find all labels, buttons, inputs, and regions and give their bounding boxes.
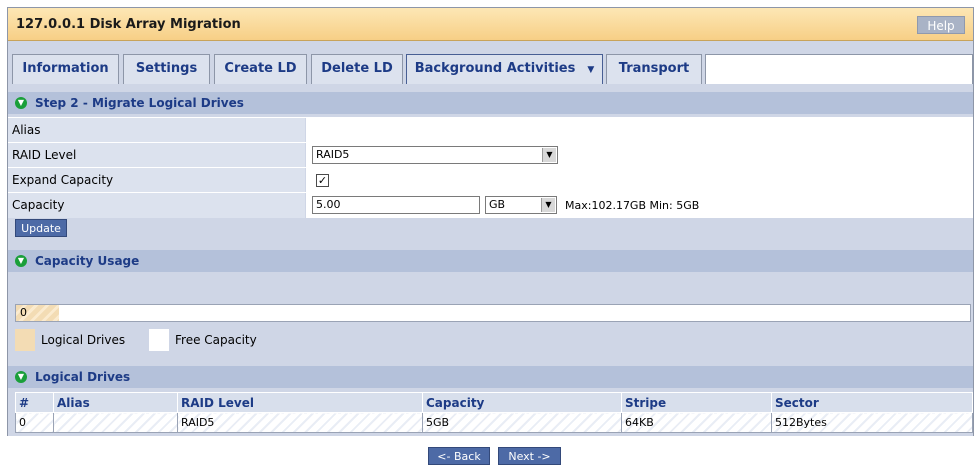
capacity-usage-header: ▼ Capacity Usage — [8, 250, 973, 272]
raid-level-value: RAID5 — [316, 148, 350, 161]
capacity-row: Capacity 5.00 GB ▼ Max:102.17GB Min: 5GB — [8, 192, 973, 218]
table-cell: RAID5 — [177, 412, 423, 433]
dropdown-arrow-icon[interactable]: ▼ — [542, 148, 556, 162]
window-title: 127.0.0.1 Disk Array Migration — [16, 17, 241, 32]
expand-capacity-label: Expand Capacity — [8, 168, 305, 193]
collapse-arrow-icon[interactable]: ▼ — [15, 255, 27, 267]
tab-strip: Information Settings Create LD Delete LD… — [8, 49, 973, 89]
raid-level-select[interactable]: RAID5 ▼ — [312, 146, 558, 164]
table-cell — [53, 412, 178, 433]
capacity-limits: Max:102.17GB Min: 5GB — [565, 199, 700, 212]
capacity-legend: Logical Drives Free Capacity — [15, 329, 315, 354]
title-bar: 127.0.0.1 Disk Array Migration Help — [8, 8, 973, 41]
capacity-usage-value: 0 — [20, 306, 27, 319]
tab-background-activities[interactable]: Background Activities ▼ — [406, 54, 603, 84]
back-button[interactable]: <- Back — [428, 447, 490, 465]
tab-strip-filler — [705, 54, 973, 84]
legend-swatch-free-capacity — [149, 329, 169, 351]
raid-level-row: RAID Level RAID5 ▼ — [8, 142, 973, 168]
legend-label-free-capacity: Free Capacity — [175, 333, 257, 347]
expand-capacity-checkbox[interactable]: ✓ — [316, 174, 329, 187]
dropdown-arrow-icon[interactable]: ▼ — [541, 198, 555, 212]
step-section-header: ▼ Step 2 - Migrate Logical Drives — [8, 92, 973, 114]
update-button[interactable]: Update — [15, 219, 67, 237]
logical-drives-table: # Alias RAID Level Capacity Stripe Secto… — [15, 392, 973, 433]
tab-label: Background Activities — [414, 61, 576, 76]
tab-delete-ld[interactable]: Delete LD — [311, 54, 403, 84]
expand-capacity-row: Expand Capacity ✓ — [8, 167, 973, 193]
collapse-arrow-icon[interactable]: ▼ — [15, 97, 27, 109]
caret-down-icon[interactable]: ▼ — [587, 56, 594, 84]
capacity-usage-bar: 0 — [15, 304, 971, 322]
step-title: Step 2 - Migrate Logical Drives — [35, 96, 244, 110]
table-header-row: # Alias RAID Level Capacity Stripe Secto… — [15, 392, 973, 413]
tab-label: Transport — [618, 61, 690, 76]
logical-drives-header: ▼ Logical Drives — [8, 366, 973, 388]
raid-level-cell: RAID5 ▼ — [306, 143, 973, 168]
tab-information[interactable]: Information — [12, 54, 119, 84]
tab-panel: ▼ Step 2 - Migrate Logical Drives Alias … — [8, 89, 973, 436]
alias-value — [306, 118, 973, 143]
tab-label: Information — [22, 61, 109, 76]
capacity-unit-value: GB — [489, 198, 506, 211]
migration-window: 127.0.0.1 Disk Array Migration Help Info… — [7, 7, 974, 436]
capacity-unit-select[interactable]: GB ▼ — [485, 196, 557, 214]
column-header: RAID Level — [177, 392, 423, 413]
migrate-form: Alias RAID Level RAID5 ▼ Expand Capacity… — [8, 117, 973, 218]
capacity-usage-title: Capacity Usage — [35, 254, 140, 268]
legend-swatch-logical-drives — [15, 329, 35, 351]
capacity-cell: 5.00 GB ▼ Max:102.17GB Min: 5GB — [306, 193, 973, 218]
tab-settings[interactable]: Settings — [123, 54, 210, 84]
column-header: Capacity — [422, 392, 622, 413]
next-button[interactable]: Next -> — [498, 447, 561, 465]
capacity-input[interactable]: 5.00 — [312, 196, 480, 214]
collapse-arrow-icon[interactable]: ▼ — [15, 371, 27, 383]
capacity-label: Capacity — [8, 193, 305, 218]
column-header: Sector — [771, 392, 973, 413]
tab-label: Create LD — [224, 61, 297, 76]
raid-level-label: RAID Level — [8, 143, 305, 168]
expand-capacity-cell: ✓ — [306, 168, 973, 193]
help-button[interactable]: Help — [917, 16, 965, 34]
column-header: Stripe — [621, 392, 772, 413]
table-cell: 64KB — [621, 412, 772, 433]
table-cell: 512Bytes — [771, 412, 973, 433]
table-cell: 5GB — [422, 412, 622, 433]
tab-create-ld[interactable]: Create LD — [214, 54, 307, 84]
alias-row: Alias — [8, 117, 973, 143]
tab-label: Delete LD — [321, 61, 393, 76]
column-header: # — [15, 392, 54, 413]
alias-label: Alias — [8, 118, 305, 143]
tab-label: Settings — [135, 61, 198, 76]
table-cell: 0 — [15, 412, 54, 433]
tab-transport[interactable]: Transport — [606, 54, 702, 84]
legend-label-logical-drives: Logical Drives — [41, 333, 126, 347]
column-header: Alias — [53, 392, 178, 413]
table-row[interactable]: 0 RAID5 5GB 64KB 512Bytes — [15, 412, 973, 433]
logical-drives-title: Logical Drives — [35, 370, 131, 384]
